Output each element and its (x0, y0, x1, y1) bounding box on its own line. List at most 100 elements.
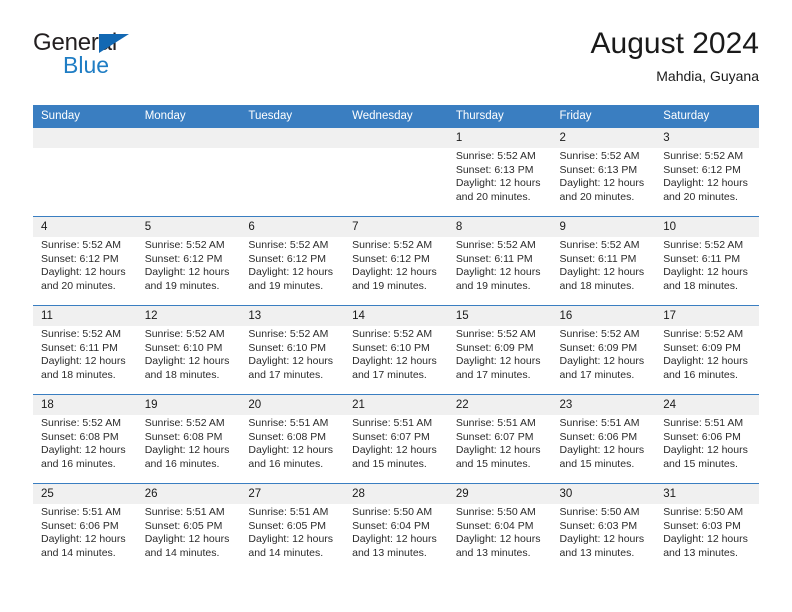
triangle-icon (99, 34, 129, 53)
sunset-text: Sunset: 6:12 PM (144, 252, 223, 265)
day-details: Sunrise: 5:52 AM Sunset: 6:11 PM Daylight:… (33, 326, 137, 382)
calendar-day-cell[interactable]: 19 Sunrise: 5:52 AM Sunset: 6:08 PM Dayligh… (136, 394, 241, 484)
day-cell-inner: 15 Sunrise: 5:52 AM Sunset: 6:09 PM Dayligh… (447, 306, 552, 394)
calendar-day-cell[interactable]: 11 Sunrise: 5:52 AM Sunset: 6:11 PM Dayligh… (33, 305, 137, 395)
calendar-day-cell[interactable]: 12 Sunrise: 5:52 AM Sunset: 6:10 PM Dayligh… (136, 305, 241, 395)
calendar-day-cell[interactable]: 17 Sunrise: 5:52 AM Sunset: 6:09 PM Dayligh… (655, 305, 759, 395)
daylight-text-line2: and 20 minutes. (41, 279, 116, 292)
daylight-text-line1: Daylight: 12 hours (455, 177, 541, 190)
calendar-day-cell[interactable]: 13 Sunrise: 5:52 AM Sunset: 6:10 PM Dayligh… (240, 305, 345, 395)
calendar-header-row: Sunday Monday Tuesday Wednesday Thursday… (33, 105, 759, 128)
sunrise-text: Sunrise: 5:52 AM (144, 417, 225, 429)
day-number (240, 128, 345, 148)
calendar-day-cell[interactable]: 10 Sunrise: 5:52 AM Sunset: 6:11 PM Dayligh… (655, 216, 759, 306)
sunset-text: Sunset: 6:11 PM (559, 252, 637, 265)
sunrise-text: Sunrise: 5:51 AM (248, 417, 329, 429)
daylight-text-line1: Daylight: 12 hours (248, 533, 334, 546)
daylight-text-line2: and 17 minutes. (248, 368, 324, 381)
day-cell-inner: 2 Sunrise: 5:52 AM Sunset: 6:13 PM Daylight… (551, 128, 656, 216)
day-cell-inner: 17 Sunrise: 5:52 AM Sunset: 6:09 PM Dayligh… (655, 306, 759, 394)
calendar-day-cell[interactable]: 16 Sunrise: 5:52 AM Sunset: 6:09 PM Dayligh… (551, 305, 656, 395)
day-number: 3 (655, 128, 759, 148)
day-details: Sunrise: 5:50 AM Sunset: 6:04 PM Daylight:… (448, 504, 552, 560)
sunrise-text: Sunrise: 5:50 AM (663, 506, 744, 518)
day-cell-inner (344, 128, 448, 216)
day-cell-inner: 20 Sunrise: 5:51 AM Sunset: 6:08 PM Dayligh… (240, 395, 345, 483)
sunset-text: Sunset: 6:03 PM (663, 519, 741, 532)
calendar-day-cell[interactable]: 31 Sunrise: 5:50 AM Sunset: 6:03 PM Dayligh… (655, 483, 759, 572)
daylight-text-line2: and 17 minutes. (455, 368, 531, 381)
day-details: Sunrise: 5:52 AM Sunset: 6:12 PM Daylight:… (655, 148, 759, 204)
calendar-day-cell[interactable]: 27 Sunrise: 5:51 AM Sunset: 6:05 PM Dayligh… (240, 483, 345, 572)
day-number: 4 (33, 217, 137, 237)
day-cell-inner: 9 Sunrise: 5:52 AM Sunset: 6:11 PM Daylight… (551, 217, 656, 305)
daylight-text-line2: and 16 minutes. (41, 457, 116, 470)
calendar-day-cell[interactable]: 7 Sunrise: 5:52 AM Sunset: 6:12 PM Daylight… (344, 216, 448, 306)
calendar-day-cell[interactable]: 9 Sunrise: 5:52 AM Sunset: 6:11 PM Daylight… (551, 216, 656, 306)
daylight-text-line1: Daylight: 12 hours (559, 177, 645, 190)
daylight-text-line2: and 19 minutes. (455, 279, 531, 292)
day-details: Sunrise: 5:51 AM Sunset: 6:05 PM Daylight:… (137, 504, 241, 560)
day-details: Sunrise: 5:52 AM Sunset: 6:08 PM Daylight:… (33, 415, 137, 471)
daylight-text-line2: and 14 minutes. (41, 546, 116, 559)
calendar-day-cell[interactable]: 26 Sunrise: 5:51 AM Sunset: 6:05 PM Dayligh… (136, 483, 241, 572)
calendar-day-cell[interactable]: 24 Sunrise: 5:51 AM Sunset: 6:06 PM Dayligh… (655, 394, 759, 484)
sunrise-text: Sunrise: 5:52 AM (663, 239, 744, 251)
sunset-text: Sunset: 6:10 PM (248, 341, 327, 354)
day-cell-inner: 22 Sunrise: 5:51 AM Sunset: 6:07 PM Dayligh… (447, 395, 552, 483)
day-details: Sunrise: 5:51 AM Sunset: 6:06 PM Daylight:… (552, 415, 656, 471)
day-number: 17 (655, 306, 759, 326)
daylight-text-line1: Daylight: 12 hours (455, 355, 541, 368)
calendar-day-cell[interactable]: 1 Sunrise: 5:52 AM Sunset: 6:13 PM Daylight… (447, 127, 552, 217)
page-title: August 2024 (590, 27, 759, 60)
calendar-day-cell[interactable]: 14 Sunrise: 5:52 AM Sunset: 6:10 PM Dayligh… (344, 305, 448, 395)
calendar-day-cell[interactable]: 25 Sunrise: 5:51 AM Sunset: 6:06 PM Dayligh… (33, 483, 137, 572)
day-number: 15 (447, 306, 552, 326)
title-block: August 2024 Mahdia, Guyana (591, 26, 759, 86)
sunset-text: Sunset: 6:06 PM (559, 430, 638, 443)
day-cell-inner: 27 Sunrise: 5:51 AM Sunset: 6:05 PM Dayligh… (240, 484, 345, 572)
sunset-text: Sunset: 6:11 PM (455, 252, 533, 265)
calendar-day-cell[interactable]: 18 Sunrise: 5:52 AM Sunset: 6:08 PM Dayligh… (33, 394, 137, 484)
calendar-day-cell[interactable]: 6 Sunrise: 5:52 AM Sunset: 6:12 PM Daylight… (240, 216, 345, 306)
daylight-text-line2: and 16 minutes. (248, 457, 324, 470)
calendar-day-cell[interactable]: 21 Sunrise: 5:51 AM Sunset: 6:07 PM Dayligh… (344, 394, 448, 484)
day-details: Sunrise: 5:50 AM Sunset: 6:03 PM Daylight:… (655, 504, 759, 560)
calendar-day-cell[interactable]: 3 Sunrise: 5:52 AM Sunset: 6:12 PM Daylight… (655, 127, 759, 217)
sunset-text: Sunset: 6:12 PM (41, 252, 119, 265)
daylight-text-line2: and 18 minutes. (144, 368, 220, 381)
daylight-text-line1: Daylight: 12 hours (248, 266, 334, 279)
calendar-day-cell[interactable]: 30 Sunrise: 5:50 AM Sunset: 6:03 PM Dayligh… (551, 483, 656, 572)
calendar-day-cell[interactable]: 29 Sunrise: 5:50 AM Sunset: 6:04 PM Dayligh… (447, 483, 552, 572)
daylight-text-line1: Daylight: 12 hours (663, 444, 748, 457)
calendar-day-cell[interactable]: 20 Sunrise: 5:51 AM Sunset: 6:08 PM Dayligh… (240, 394, 345, 484)
daylight-text-line1: Daylight: 12 hours (352, 355, 437, 368)
sunrise-text: Sunrise: 5:52 AM (144, 328, 225, 340)
daylight-text-line1: Daylight: 12 hours (144, 266, 230, 279)
daylight-text-line1: Daylight: 12 hours (663, 533, 748, 546)
sunrise-text: Sunrise: 5:51 AM (663, 417, 744, 429)
calendar-day-cell[interactable]: 8 Sunrise: 5:52 AM Sunset: 6:11 PM Daylight… (447, 216, 552, 306)
calendar-day-cell[interactable]: 28 Sunrise: 5:50 AM Sunset: 6:04 PM Dayligh… (344, 483, 448, 572)
calendar-day-cell[interactable]: 2 Sunrise: 5:52 AM Sunset: 6:13 PM Daylight… (551, 127, 656, 217)
day-cell-inner (136, 128, 241, 216)
calendar-day-cell[interactable]: 4 Sunrise: 5:52 AM Sunset: 6:12 PM Daylight… (33, 216, 137, 306)
sunset-text: Sunset: 6:11 PM (41, 341, 118, 354)
daylight-text-line1: Daylight: 12 hours (663, 177, 748, 190)
daylight-text-line2: and 13 minutes. (559, 546, 635, 559)
calendar-day-cell[interactable]: 5 Sunrise: 5:52 AM Sunset: 6:12 PM Daylight… (136, 216, 241, 306)
sunset-text: Sunset: 6:08 PM (41, 430, 119, 443)
day-details: Sunrise: 5:52 AM Sunset: 6:10 PM Daylight:… (137, 326, 241, 382)
day-number: 12 (136, 306, 241, 326)
calendar-day-cell[interactable]: 15 Sunrise: 5:52 AM Sunset: 6:09 PM Dayligh… (447, 305, 552, 395)
day-cell-inner: 29 Sunrise: 5:50 AM Sunset: 6:04 PM Dayligh… (447, 484, 552, 572)
calendar-day-cell[interactable]: 23 Sunrise: 5:51 AM Sunset: 6:06 PM Dayligh… (551, 394, 656, 484)
sunrise-text: Sunrise: 5:51 AM (41, 506, 121, 518)
daylight-text-line1: Daylight: 12 hours (559, 533, 645, 546)
calendar-day-cell[interactable]: 22 Sunrise: 5:51 AM Sunset: 6:07 PM Dayligh… (447, 394, 552, 484)
weekday-header-wednesday: Wednesday (344, 105, 448, 128)
daylight-text-line1: Daylight: 12 hours (144, 533, 230, 546)
daylight-text-line2: and 18 minutes. (41, 368, 116, 381)
sunset-text: Sunset: 6:03 PM (559, 519, 638, 532)
daylight-text-line2: and 17 minutes. (352, 368, 427, 381)
